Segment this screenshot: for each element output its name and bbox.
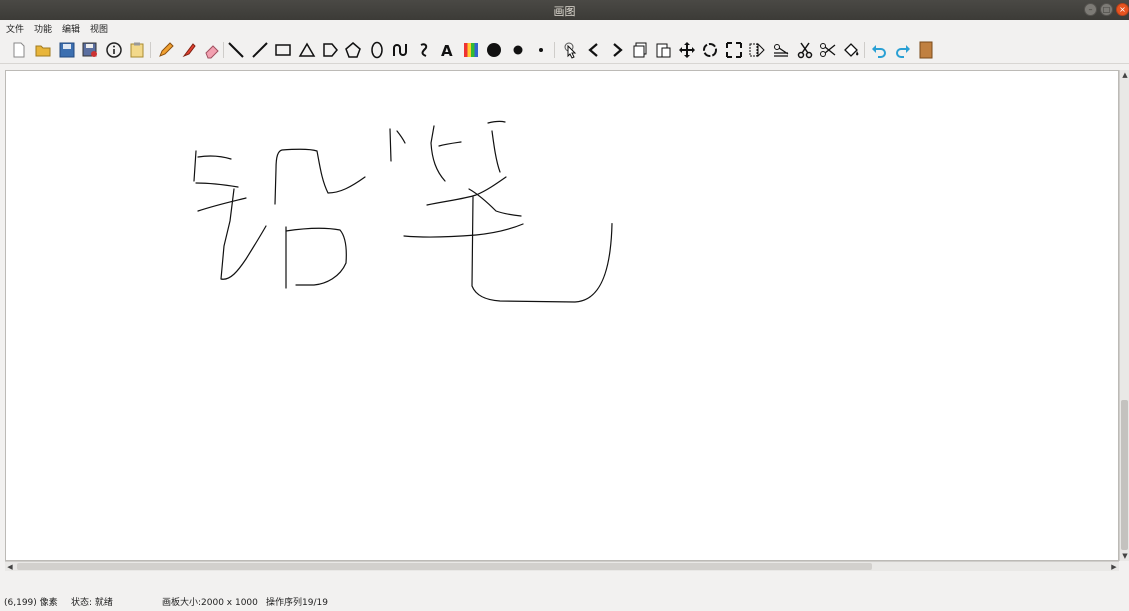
pen-small-icon[interactable]	[531, 40, 551, 60]
board-icon[interactable]	[916, 40, 936, 60]
cut-icon[interactable]	[795, 40, 815, 60]
horizontal-scroll-thumb[interactable]	[17, 563, 872, 570]
title-bar: 画图 – □ ×	[0, 0, 1129, 20]
vertical-scroll-thumb[interactable]	[1121, 400, 1128, 550]
save-as-icon[interactable]	[80, 40, 100, 60]
pointer-icon[interactable]	[560, 40, 580, 60]
curve-icon[interactable]	[390, 40, 410, 60]
scroll-right-arrow-icon[interactable]: ▶	[1109, 562, 1119, 572]
triangle-icon[interactable]	[297, 40, 317, 60]
pen-large-icon[interactable]	[484, 40, 504, 60]
polygon-icon[interactable]	[343, 40, 363, 60]
copy-icon[interactable]	[630, 40, 650, 60]
stroke	[193, 150, 197, 182]
menu-file[interactable]: 文件	[6, 22, 24, 35]
minimize-button[interactable]: –	[1084, 3, 1097, 16]
ellipse-icon[interactable]	[367, 40, 387, 60]
toolbar: A	[0, 36, 1129, 64]
stroke	[389, 128, 392, 162]
close-button[interactable]: ×	[1116, 3, 1129, 16]
operation-sequence: 操作序列19/19	[266, 598, 328, 608]
vertical-scrollbar[interactable]: ▲ ▼	[1119, 70, 1129, 561]
stroke	[195, 182, 239, 188]
status-state: 状态: 就绪	[71, 598, 113, 608]
maximize-button[interactable]: □	[1100, 3, 1113, 16]
menu-bar: 文件 功能 编辑 视图	[0, 20, 1129, 36]
menu-function[interactable]: 功能	[34, 22, 52, 35]
stroke	[438, 141, 462, 147]
text-icon[interactable]: A	[437, 40, 457, 60]
window-title: 画图	[553, 5, 576, 18]
open-folder-icon[interactable]	[33, 40, 53, 60]
stroke	[487, 120, 506, 124]
resize-icon[interactable]	[724, 40, 744, 60]
drawing-canvas[interactable]	[5, 70, 1119, 561]
brush-icon[interactable]	[179, 40, 199, 60]
pentagon-icon[interactable]	[320, 40, 340, 60]
fill-bucket-icon[interactable]	[841, 40, 861, 60]
stroke	[471, 196, 613, 303]
pencil-icon[interactable]	[156, 40, 176, 60]
rotate-icon[interactable]	[700, 40, 720, 60]
chevron-left-icon[interactable]	[584, 40, 604, 60]
rectangle-icon[interactable]	[273, 40, 293, 60]
stroke	[285, 227, 347, 286]
scroll-down-arrow-icon[interactable]: ▼	[1120, 551, 1129, 561]
stroke	[396, 130, 406, 144]
info-icon[interactable]	[104, 40, 124, 60]
stroke	[197, 155, 232, 160]
redo-icon[interactable]	[893, 40, 913, 60]
stroke	[274, 148, 366, 205]
stroke	[468, 188, 522, 217]
stroke	[426, 176, 507, 206]
flip-icon[interactable]	[747, 40, 767, 60]
pen-medium-icon[interactable]	[508, 40, 528, 60]
horizontal-scrollbar[interactable]: ◀ ▶	[5, 561, 1119, 571]
scissors-icon[interactable]	[818, 40, 838, 60]
backslash-line-icon[interactable]	[226, 40, 246, 60]
bezier-icon[interactable]	[414, 40, 434, 60]
canvas-size: 画板大小:2000 x 1000	[162, 598, 258, 608]
undo-icon[interactable]	[869, 40, 889, 60]
move-icon[interactable]	[677, 40, 697, 60]
line-icon[interactable]	[250, 40, 270, 60]
status-bar: (6,199) 像素 状态: 就绪 画板大小:2000 x 1000 操作序列1…	[0, 590, 1129, 611]
stroke	[403, 223, 524, 238]
clipboard-icon[interactable]	[127, 40, 147, 60]
scroll-up-arrow-icon[interactable]: ▲	[1120, 70, 1129, 80]
stroke	[491, 130, 501, 173]
canvas-drawing	[193, 120, 613, 303]
menu-edit[interactable]: 编辑	[62, 22, 80, 35]
stamp-icon[interactable]	[771, 40, 791, 60]
color-palette-icon[interactable]	[461, 40, 481, 60]
scroll-left-arrow-icon[interactable]: ◀	[5, 562, 15, 572]
stroke	[430, 125, 446, 182]
stroke	[197, 197, 247, 212]
save-icon[interactable]	[57, 40, 77, 60]
paste-icon[interactable]	[653, 40, 673, 60]
cursor-coords: (6,199) 像素	[4, 598, 58, 608]
chevron-right-icon[interactable]	[607, 40, 627, 60]
eraser-icon[interactable]	[202, 40, 222, 60]
svg-text:A: A	[441, 42, 453, 59]
new-file-icon[interactable]	[9, 40, 29, 60]
menu-view[interactable]: 视图	[90, 22, 108, 35]
